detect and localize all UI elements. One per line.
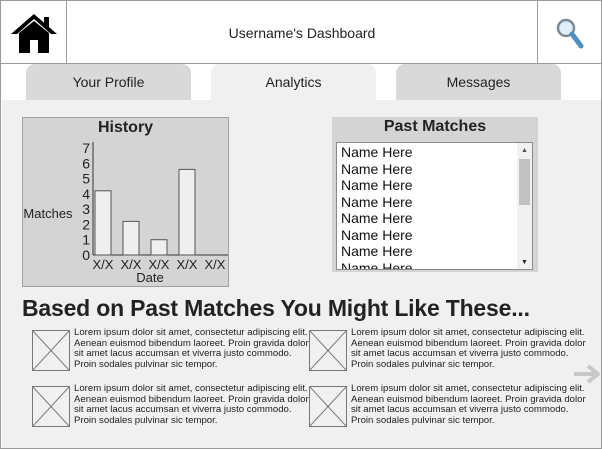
chart-bar [122, 220, 140, 256]
past-match-item[interactable]: Name Here [341, 144, 511, 161]
chart-bar [178, 168, 196, 256]
past-matches-items: Name Here Name Here Name Here Name Here … [341, 144, 511, 270]
recommendation-text: Lorem ipsum dolor sit amet, consectetur … [74, 327, 309, 370]
header-bar: Username's Dashboard [1, 1, 601, 64]
x-tick-label: X/X [205, 257, 226, 272]
past-match-item[interactable]: Name Here [341, 161, 511, 178]
past-match-item[interactable]: Name Here [341, 194, 511, 211]
y-axis-label: Matches [23, 206, 73, 221]
past-match-item[interactable]: Name Here [341, 260, 511, 270]
y-tick-label: 0 [82, 247, 90, 263]
image-placeholder-icon [309, 330, 347, 371]
past-match-item[interactable]: Name Here [341, 243, 511, 260]
y-tick-label: 5 [82, 171, 90, 187]
y-tick-label: 6 [82, 155, 90, 171]
y-tick-label: 2 [82, 216, 90, 232]
history-chart-panel: History 0 1 2 3 4 5 6 7 Matches X/X X/X X/X X/X X/X Da… [22, 117, 229, 287]
scrollbar[interactable]: ▲ ▼ [517, 143, 532, 269]
tab-messages[interactable]: Messages [396, 64, 561, 100]
recommendation-text: Lorem ipsum dolor sit amet, consectetur … [351, 383, 586, 426]
home-button[interactable] [1, 1, 67, 64]
x-tick-label: X/X [93, 257, 114, 272]
past-matches-panel: Past Matches Name Here Name Here Name He… [332, 117, 538, 272]
image-placeholder-icon [32, 330, 70, 371]
y-tick-label: 4 [82, 186, 90, 202]
y-tick-label: 7 [82, 140, 90, 156]
magnifier-icon [556, 18, 583, 48]
scroll-down-arrow-icon[interactable]: ▼ [517, 255, 532, 269]
recommendations-heading: Based on Past Matches You Might Like The… [22, 295, 530, 321]
past-match-item[interactable]: Name Here [341, 177, 511, 194]
search-button[interactable] [537, 1, 601, 64]
past-match-item[interactable]: Name Here [341, 227, 511, 244]
page-title: Username's Dashboard [228, 24, 376, 41]
past-matches-title: Past Matches [383, 118, 487, 135]
x-axis-label: Date [136, 270, 163, 285]
tab-your-profile[interactable]: Your Profile [26, 64, 191, 100]
home-icon [10, 13, 57, 53]
past-match-item[interactable]: Name Here [341, 210, 511, 227]
scroll-up-arrow-icon[interactable]: ▲ [517, 143, 532, 157]
tab-analytics[interactable]: Analytics [211, 64, 376, 100]
scroll-thumb[interactable] [519, 159, 530, 205]
x-tick-label: X/X [177, 257, 198, 272]
image-placeholder-icon [309, 386, 347, 427]
recommendation-card[interactable]: Lorem ipsum dolor sit amet, consectetur … [309, 383, 589, 432]
chart-bar [150, 239, 168, 256]
recommendation-text: Lorem ipsum dolor sit amet, consectetur … [351, 327, 586, 370]
chart-bar [94, 190, 112, 256]
recommendation-card[interactable]: Lorem ipsum dolor sit amet, consectetur … [32, 383, 312, 432]
arrow-right-icon[interactable] [573, 364, 601, 384]
past-matches-list[interactable]: Name Here Name Here Name Here Name Here … [336, 142, 533, 270]
dashboard-window: Username's Dashboard Your Profile Analyt… [0, 0, 602, 449]
y-tick-label: 1 [82, 232, 90, 248]
y-tick-label: 3 [82, 201, 90, 217]
history-chart: 01234567MatchesX/X X/X X/X X/X X/XDate [23, 140, 228, 285]
image-placeholder-icon [32, 386, 70, 427]
analytics-panel: History 0 1 2 3 4 5 6 7 Matches X/X X/X X/X X/X X/X Da… [2, 100, 601, 448]
recommendation-card[interactable]: Lorem ipsum dolor sit amet, consectetur … [32, 327, 312, 376]
recommendation-text: Lorem ipsum dolor sit amet, consectetur … [74, 383, 309, 426]
recommendation-card[interactable]: Lorem ipsum dolor sit amet, consectetur … [309, 327, 589, 376]
